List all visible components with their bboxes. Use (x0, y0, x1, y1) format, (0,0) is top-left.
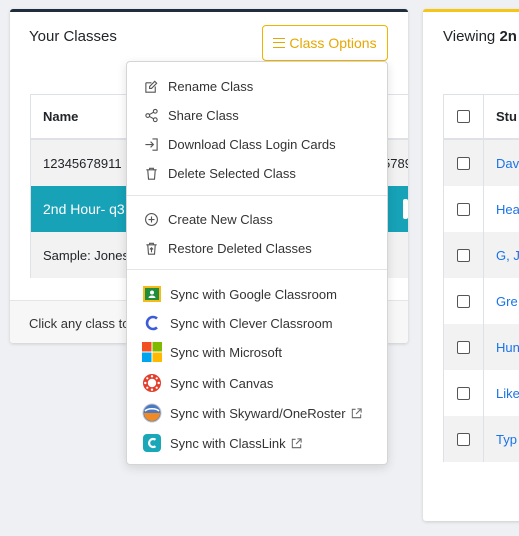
student-checkbox[interactable] (457, 386, 470, 400)
student-link[interactable]: Dav (484, 156, 519, 171)
row-edge-marker (403, 199, 408, 219)
sync-skyward-item[interactable]: Sync with Skyward/OneRoster (127, 401, 387, 425)
external-link-icon (290, 437, 303, 450)
student-row[interactable]: Dav (444, 140, 519, 186)
class-name: 2nd Hour- q3 (43, 201, 125, 217)
canvas-icon (142, 373, 162, 393)
student-row[interactable]: Hun (444, 324, 519, 370)
class-options-menu: Rename Class Share Class Download Class … (126, 61, 388, 465)
student-link[interactable]: Like (484, 386, 519, 401)
class-options-label: Class Options (289, 35, 377, 51)
student-row[interactable]: Like (444, 370, 519, 416)
student-link[interactable]: G, J (484, 248, 519, 263)
share-icon (143, 107, 159, 123)
student-row[interactable]: Typ (444, 416, 519, 462)
student-row[interactable]: G, J (444, 232, 519, 278)
menu-item-label: Sync with Clever Classroom (170, 315, 333, 331)
student-link[interactable]: Hun (484, 340, 519, 355)
footer-hint: Click any class to (29, 316, 130, 331)
menu-item-label: Sync with Skyward/OneRoster (170, 405, 346, 421)
student-checkbox[interactable] (457, 340, 470, 354)
viewing-title: Viewing 2n (443, 28, 517, 45)
rename-class-item[interactable]: Rename Class (127, 74, 387, 98)
select-all-checkbox[interactable] (457, 110, 470, 123)
plus-circle-icon (143, 211, 159, 227)
sync-classlink-item[interactable]: Sync with ClassLink (127, 431, 387, 455)
restore-classes-item[interactable]: Restore Deleted Classes (127, 236, 387, 260)
skyward-icon (142, 403, 162, 423)
delete-class-item[interactable]: Delete Selected Class (127, 161, 387, 185)
menu-item-label: Sync with Microsoft (170, 344, 282, 360)
viewing-class-card: Viewing 2n Stu Dav Hea G, J Gre Hun Like… (423, 9, 519, 521)
class-options-button[interactable]: Class Options (262, 25, 388, 61)
menu-item-label: Sync with Google Classroom (170, 286, 337, 302)
student-checkbox[interactable] (457, 202, 470, 216)
sync-microsoft-item[interactable]: Sync with Microsoft (127, 340, 387, 364)
external-link-icon (350, 407, 363, 420)
menu-divider (127, 195, 387, 196)
student-link[interactable]: Typ (484, 432, 517, 447)
student-checkbox[interactable] (457, 432, 470, 446)
sync-canvas-item[interactable]: Sync with Canvas (127, 371, 387, 395)
menu-item-label: Sync with Canvas (170, 375, 274, 391)
students-table-header: Stu (444, 94, 519, 140)
menu-item-label: Create New Class (168, 211, 273, 227)
menu-item-label: Rename Class (168, 78, 254, 94)
clever-icon (142, 313, 162, 333)
pencil-square-icon (143, 78, 159, 94)
students-table: Stu Dav Hea G, J Gre Hun Like Typ (443, 94, 519, 462)
student-checkbox[interactable] (457, 156, 470, 170)
trash-icon (143, 165, 159, 181)
sign-in-icon (143, 136, 159, 152)
your-classes-title: Your Classes (29, 28, 117, 45)
hamburger-icon (273, 38, 286, 48)
student-column-header[interactable]: Stu (484, 109, 517, 124)
student-row[interactable]: Hea (444, 186, 519, 232)
menu-item-label: Delete Selected Class (168, 165, 296, 181)
restore-trash-icon (143, 240, 159, 256)
viewing-label: Viewing (443, 28, 496, 45)
create-class-item[interactable]: Create New Class (127, 207, 387, 231)
google-classroom-icon (142, 284, 162, 304)
microsoft-icon (142, 342, 162, 362)
menu-divider (127, 269, 387, 270)
viewing-class-name: 2n (499, 28, 517, 45)
sync-google-classroom-item[interactable]: Sync with Google Classroom (127, 282, 387, 306)
menu-item-label: Sync with ClassLink (170, 435, 286, 451)
classlink-icon (142, 433, 162, 453)
student-checkbox[interactable] (457, 294, 470, 308)
student-link[interactable]: Gre (484, 294, 518, 309)
menu-item-label: Share Class (168, 107, 239, 123)
student-link[interactable]: Hea (484, 202, 519, 217)
share-class-item[interactable]: Share Class (127, 103, 387, 127)
student-row[interactable]: Gre (444, 278, 519, 324)
menu-item-label: Download Class Login Cards (168, 136, 336, 152)
sync-clever-item[interactable]: Sync with Clever Classroom (127, 311, 387, 335)
class-name: 12345678911 (43, 155, 122, 171)
class-name: Sample: Jones (43, 247, 129, 263)
student-checkbox[interactable] (457, 248, 470, 262)
download-login-cards-item[interactable]: Download Class Login Cards (127, 132, 387, 156)
menu-item-label: Restore Deleted Classes (168, 240, 312, 256)
